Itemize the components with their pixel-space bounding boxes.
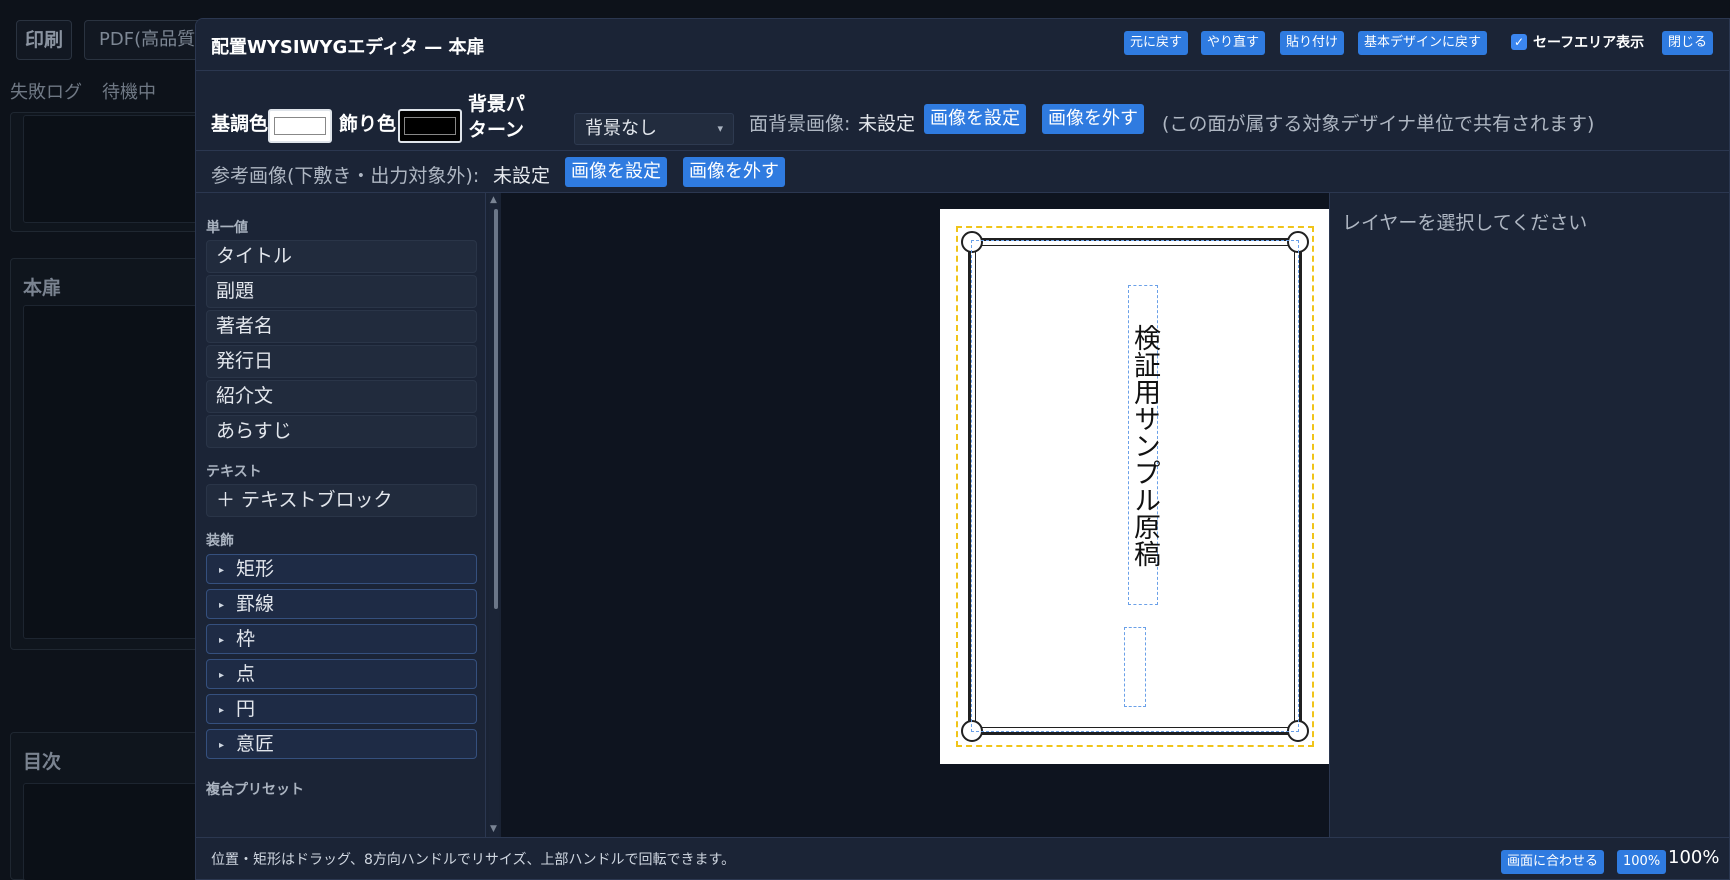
reference-status: 未設定 bbox=[493, 165, 551, 187]
palette-item-introduction[interactable]: 紹介文 bbox=[206, 380, 477, 413]
fit-to-screen-button[interactable]: 画面に合わせる bbox=[1501, 850, 1605, 874]
scroll-up-icon[interactable]: ▲ bbox=[490, 195, 497, 205]
palette-scrollbar-thumb[interactable] bbox=[494, 209, 498, 609]
text-section-title: テキスト bbox=[206, 464, 262, 480]
tab-failure-log[interactable]: 失敗ログ bbox=[10, 78, 82, 110]
expand-triangle-icon: ▸ bbox=[219, 635, 225, 646]
base-color-swatch[interactable] bbox=[268, 109, 332, 143]
face-bg-remove-button[interactable]: 画像を外す bbox=[1042, 104, 1144, 134]
expand-triangle-icon: ▸ bbox=[219, 670, 225, 681]
no-layer-selected-message: レイヤーを選択してください bbox=[1342, 212, 1588, 234]
decor-group-label: 意匠 bbox=[236, 733, 275, 755]
safe-area-checkbox[interactable]: ✓ bbox=[1511, 34, 1527, 50]
layout-editor-modal: 配置WYSIWYGエディタ — 本扉 元に戻す やり直す 貼り付け 基本デザイン… bbox=[195, 18, 1730, 880]
face-bg-note: (この面が属する対象デザイナ単位で共有されます) bbox=[1162, 113, 1595, 135]
print-button[interactable]: 印刷 bbox=[16, 20, 72, 60]
reference-label: 参考画像(下敷き・出力対象外): bbox=[211, 165, 480, 187]
face-bg-label: 面背景画像: bbox=[749, 113, 851, 135]
expand-triangle-icon: ▸ bbox=[219, 600, 225, 611]
title-text-layer[interactable]: 検証用サンプル原稿 bbox=[1129, 324, 1160, 567]
single-value-section-title: 単一値 bbox=[206, 220, 248, 236]
composite-preset-section-title: 複合プリセット bbox=[206, 782, 304, 798]
safe-area-toggle[interactable]: ✓ セーフエリア表示 bbox=[1511, 32, 1644, 52]
decor-group-dot[interactable]: ▸ 点 bbox=[206, 659, 477, 689]
palette-item-author[interactable]: 著者名 bbox=[206, 310, 477, 343]
expand-triangle-icon: ▸ bbox=[219, 705, 225, 716]
editor-footer: 位置・矩形はドラッグ、8方向ハンドルでリサイズ、上部ハンドルで回転できます。 画… bbox=[196, 837, 1729, 879]
editor-title: 配置WYSIWYGエディタ — 本扉 bbox=[211, 37, 485, 58]
decor-group-label: 罫線 bbox=[236, 593, 275, 615]
face-bg-set-button[interactable]: 画像を設定 bbox=[924, 104, 1026, 134]
expand-triangle-icon: ▸ bbox=[219, 565, 225, 576]
bg-pattern-select[interactable]: 背景なし ▾ bbox=[574, 113, 734, 145]
reset-design-button[interactable]: 基本デザインに戻す bbox=[1358, 31, 1488, 55]
background-toc-panel: 目次 bbox=[10, 732, 200, 880]
accent-color-label: 飾り色 bbox=[339, 113, 397, 135]
background-section-panel: 本扉 bbox=[10, 258, 200, 650]
palette-item-subtitle[interactable]: 副題 bbox=[206, 275, 477, 308]
author-layer-bounds[interactable] bbox=[1124, 627, 1146, 707]
decoration-section-title: 装飾 bbox=[206, 533, 234, 549]
safe-area-label: セーフエリア表示 bbox=[1533, 35, 1645, 51]
decor-group-label: 円 bbox=[236, 698, 256, 720]
decor-group-circle[interactable]: ▸ 円 bbox=[206, 694, 477, 724]
decor-group-label: 矩形 bbox=[236, 558, 275, 580]
paste-button[interactable]: 貼り付け bbox=[1280, 31, 1345, 55]
zoom-100-button[interactable]: 100% bbox=[1617, 850, 1667, 874]
decor-group-motif[interactable]: ▸ 意匠 bbox=[206, 729, 477, 759]
palette-item-title[interactable]: タイトル bbox=[206, 240, 477, 273]
editor-hint: 位置・矩形はドラッグ、8方向ハンドルでリサイズ、上部ハンドルで回転できます。 bbox=[211, 852, 736, 868]
style-toolbar: 基調色 飾り色 背景パターン 背景なし ▾ 面背景画像: 未設定 画像を設定 画… bbox=[196, 71, 1729, 151]
zoom-level: 100% bbox=[1668, 847, 1720, 868]
bg-pattern-value: 背景なし bbox=[585, 118, 657, 139]
reference-toolbar: 参考画像(下敷き・出力対象外): 未設定 画像を設定 画像を外す bbox=[196, 151, 1729, 193]
decor-group-rule[interactable]: ▸ 罫線 bbox=[206, 589, 477, 619]
decor-group-label: 点 bbox=[236, 663, 256, 685]
redo-button[interactable]: やり直す bbox=[1201, 31, 1266, 55]
close-button[interactable]: 閉じる bbox=[1662, 31, 1714, 55]
background-log-panel bbox=[10, 112, 200, 232]
reference-set-button[interactable]: 画像を設定 bbox=[565, 157, 667, 187]
background-log-area bbox=[23, 115, 199, 223]
add-text-block-button[interactable]: ＋ テキストブロック bbox=[206, 484, 477, 517]
background-section-preview bbox=[23, 305, 199, 639]
palette-item-publish-date[interactable]: 発行日 bbox=[206, 345, 477, 378]
decor-group-frame[interactable]: ▸ 枠 bbox=[206, 624, 477, 654]
reference-remove-button[interactable]: 画像を外す bbox=[683, 157, 785, 187]
expand-triangle-icon: ▸ bbox=[219, 740, 225, 751]
chevron-down-icon: ▾ bbox=[717, 122, 723, 135]
tab-waiting[interactable]: 待機中 bbox=[102, 78, 156, 110]
background-toc-preview bbox=[23, 783, 199, 880]
decor-group-rectangle[interactable]: ▸ 矩形 bbox=[206, 554, 477, 584]
section-title-toc: 目次 bbox=[23, 751, 62, 773]
decor-group-label: 枠 bbox=[236, 628, 256, 650]
undo-button[interactable]: 元に戻す bbox=[1124, 31, 1189, 55]
editor-header: 配置WYSIWYGエディタ — 本扉 元に戻す やり直す 貼り付け 基本デザイン… bbox=[196, 19, 1729, 71]
page-preview[interactable]: 検証用サンプル原稿 bbox=[940, 209, 1330, 764]
palette-item-synopsis[interactable]: あらすじ bbox=[206, 415, 477, 448]
section-title-honbira: 本扉 bbox=[23, 277, 62, 299]
accent-color-swatch[interactable] bbox=[398, 109, 462, 143]
base-color-label: 基調色 bbox=[211, 113, 269, 135]
background-tabs: 失敗ログ 待機中 bbox=[10, 78, 156, 110]
bg-pattern-label: 背景パターン bbox=[468, 93, 526, 141]
design-canvas[interactable]: 検証用サンプル原稿 bbox=[501, 193, 1330, 837]
scroll-down-icon[interactable]: ▼ bbox=[490, 824, 497, 834]
face-bg-status: 未設定 bbox=[858, 113, 916, 135]
element-palette: 単一値 タイトル 副題 著者名 発行日 紹介文 あらすじ テキスト ＋ テキスト… bbox=[196, 193, 486, 837]
layer-properties-panel: レイヤーを選択してください bbox=[1329, 193, 1729, 837]
